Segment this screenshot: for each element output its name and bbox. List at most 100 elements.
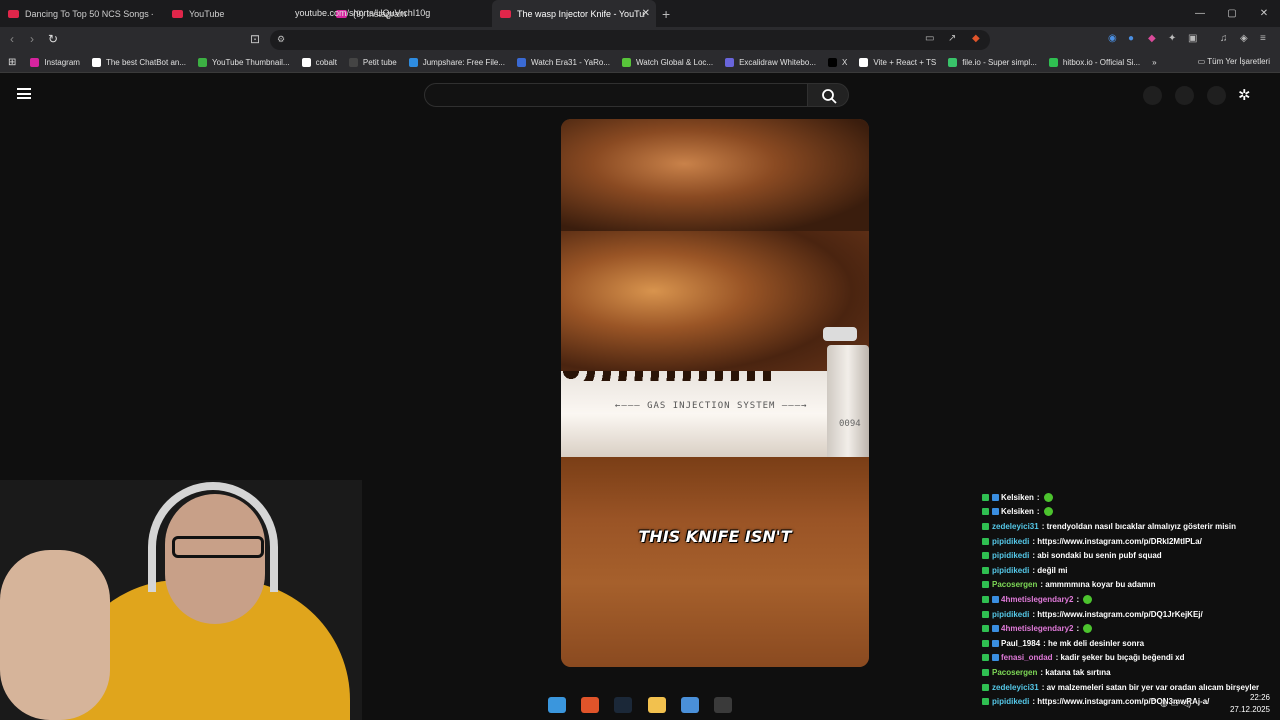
chat-badge-icon [982, 668, 989, 676]
chat-text: : ammmmına koyar bu adamın [1040, 580, 1156, 590]
avatar[interactable] [1207, 86, 1226, 105]
bookmark-item[interactable]: Vite + React + TS [859, 58, 936, 67]
windows-start-icon[interactable] [547, 697, 566, 713]
search-icon [822, 89, 837, 104]
chat-username[interactable]: pipidikedi [992, 551, 1029, 560]
bookmark-item[interactable]: Instagram [30, 58, 80, 67]
chat-username[interactable]: zedeleyici31 [992, 683, 1039, 692]
reload-icon[interactable]: ↻ [48, 32, 58, 46]
all-bookmarks-folder[interactable]: ▭ Tüm Yer İşaretleri [1198, 57, 1270, 66]
video-frame-bottom [561, 457, 869, 667]
bookmark-favicon-icon [725, 58, 735, 67]
url-text[interactable]: youtube.com/shorts/UQuVrchI10g [295, 8, 430, 18]
address-bar: ‹ › ↻ ⊡ ⚙ ▭ ↗ ◆ ◉ ● ◆ ✦ ▣ ♫ ◈ ≡ [0, 27, 1280, 53]
new-tab-button[interactable]: + [662, 6, 670, 22]
share-icon[interactable]: ↗ [948, 33, 956, 44]
wallet-icon[interactable]: ◈ [1240, 33, 1248, 44]
bookmark-item[interactable]: Jumpshare: Free File... [408, 58, 505, 67]
chat-message: Kelsiken: [982, 505, 1280, 520]
system-clock[interactable]: 22:26 27.12.2025 [1230, 692, 1270, 716]
app-icon[interactable] [680, 697, 699, 713]
bookmark-item[interactable]: The best ChatBot an... [91, 58, 186, 67]
hamburger-menu-icon[interactable] [17, 88, 31, 99]
search-input[interactable] [424, 83, 808, 107]
chat-username[interactable]: pipidikedi [992, 566, 1029, 575]
brave-shield-icon[interactable]: ◆ [972, 33, 980, 44]
chat-text: : kadir şeker bu bıçağı beğendi xd [1055, 653, 1185, 663]
forward-icon[interactable]: › [30, 32, 34, 46]
window-controls: — ▢ ✕ [1184, 0, 1280, 27]
chat-badge-icon [982, 683, 989, 691]
extension-icon[interactable]: ◆ [1148, 33, 1156, 44]
extension-icon[interactable]: ● [1128, 33, 1134, 44]
shorts-video-player[interactable]: ←——— GAS INJECTION SYSTEM ———→ 0094 THIS… [561, 119, 869, 667]
apps-grid-icon[interactable]: ⊞ [8, 57, 16, 68]
bookmark-item[interactable]: Excalidraw Whitebo... [725, 58, 816, 67]
chat-text: : [1076, 624, 1080, 634]
bookmark-item[interactable]: hitbox.io - Official Si... [1048, 58, 1141, 67]
chat-username[interactable]: pipidikedi [992, 537, 1029, 546]
obs-icon[interactable] [714, 697, 733, 713]
chat-username[interactable]: pipidikedi [992, 697, 1029, 706]
chat-badge-icon [992, 508, 999, 516]
chat-text: : [1036, 492, 1040, 502]
bookmark-item[interactable]: Watch Global & Loc... [621, 58, 713, 67]
music-icon[interactable]: ♫ [1220, 33, 1228, 44]
notifications-button[interactable] [1175, 86, 1194, 105]
blade-serial: 0094 [839, 419, 861, 429]
bookmark-item[interactable]: YouTube Thumbnail... [198, 58, 290, 67]
chat-username[interactable]: Pacosergen [992, 580, 1037, 589]
bookmark-item[interactable]: Petit tube [348, 58, 397, 67]
site-info-icon[interactable]: ⚙ [277, 34, 285, 45]
browser-tab[interactable]: The wasp Injector Knife - YouTub ✕ [492, 0, 656, 27]
chat-message: Pacosergen: ammmmına koyar bu adamın [982, 578, 1280, 593]
tab-close-icon[interactable]: ✕ [642, 8, 650, 19]
bookmark-label: Watch Era31 - YaRo... [530, 58, 610, 67]
bookmark-label: hitbox.io - Official Si... [1062, 58, 1141, 67]
file-explorer-icon[interactable] [647, 697, 666, 713]
browser-tab[interactable]: Dancing To Top 50 NCS Songs - YouT [0, 0, 164, 27]
bookmark-favicon-icon [198, 58, 208, 67]
chat-emote-icon [1083, 594, 1093, 604]
create-button[interactable] [1143, 86, 1162, 105]
chat-text: : he mk deli desinler sonra [1043, 638, 1145, 648]
chat-username[interactable]: pipidikedi [992, 610, 1029, 619]
bookmark-label: X [841, 58, 848, 67]
bookmark-item[interactable]: file.io - Super simpl... [948, 58, 1037, 67]
extension-icon[interactable]: ◉ [1108, 33, 1117, 44]
chat-username[interactable]: Kelsiken [1001, 507, 1034, 516]
brave-browser-icon[interactable] [580, 697, 599, 713]
chat-username[interactable]: 4hmetislegendary2 [1001, 595, 1073, 604]
knife-handle [827, 345, 869, 471]
bookmark-item[interactable]: X [827, 58, 848, 67]
chat-username[interactable]: fenasi_ondad [1001, 653, 1053, 662]
bookmark-icon[interactable]: ⊡ [250, 32, 260, 46]
close-icon[interactable]: ✕ [1248, 8, 1280, 19]
knife-blade [561, 371, 869, 457]
tray-icons[interactable]: ⌃ ◍ ▭ ◁) [1150, 698, 1191, 709]
chat-username[interactable]: Kelsiken [1001, 493, 1034, 502]
more-bookmarks-icon[interactable]: » [1152, 58, 1156, 67]
menu-icon[interactable]: ≡ [1260, 33, 1266, 44]
chat-username[interactable]: zedeleyici31 [992, 522, 1039, 531]
tab-title: The wasp Injector Knife - YouTub [517, 8, 645, 19]
glasses [172, 536, 264, 558]
chat-username[interactable]: Paul_1984 [1001, 639, 1040, 648]
url-field[interactable] [270, 30, 990, 50]
steam-icon[interactable] [614, 697, 633, 713]
settings-icon[interactable]: ✲ [1238, 86, 1251, 104]
chat-username[interactable]: 4hmetislegendary2 [1001, 624, 1073, 633]
chat-username[interactable]: Pacosergen [992, 668, 1037, 677]
maximize-icon[interactable]: ▢ [1216, 8, 1248, 19]
extensions-icon[interactable]: ✦ [1168, 33, 1176, 44]
minimize-icon[interactable]: — [1184, 8, 1216, 19]
bookmark-favicon-icon [516, 58, 526, 67]
sidebar-icon[interactable]: ▣ [1188, 33, 1197, 44]
bookmark-item[interactable]: Watch Era31 - YaRo... [516, 58, 610, 67]
chat-message: pipidikedi: değil mi [982, 563, 1280, 578]
back-icon[interactable]: ‹ [10, 32, 14, 46]
cast-icon[interactable]: ▭ [925, 33, 934, 44]
bookmark-item[interactable]: cobalt [301, 58, 337, 67]
chat-badge-icon [992, 595, 999, 603]
search-button[interactable] [807, 83, 849, 107]
